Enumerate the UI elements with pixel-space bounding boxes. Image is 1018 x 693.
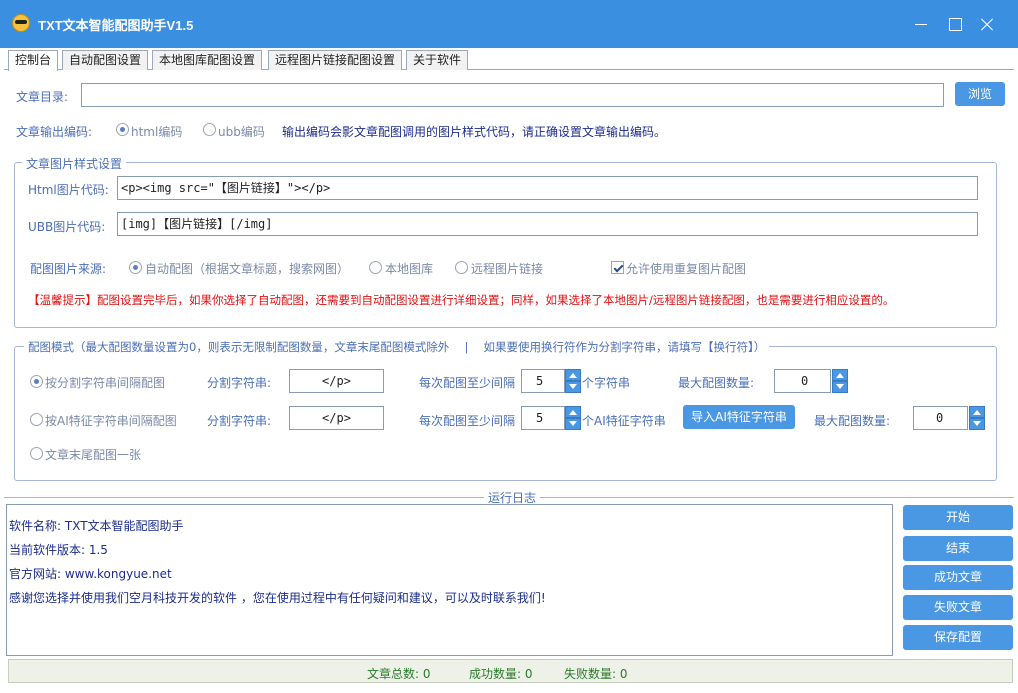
html-encoding-label: html编码 <box>131 125 183 139</box>
warm-tip-text: 【温馨提示】配图设置完毕后，如果你选择了自动配图，还需要到自动配图设置进行详细设… <box>28 293 895 307</box>
start-button[interactable]: 开始 <box>903 505 1013 530</box>
encoding-hint: 输出编码会影文章配图调用的图片样式代码，请正确设置文章输出编码。 <box>282 125 667 139</box>
chevron-down-icon[interactable] <box>969 418 985 430</box>
minimize-icon[interactable] <box>904 8 936 40</box>
browse-button[interactable]: 浏览 <box>955 82 1005 106</box>
max-count-stepper-1[interactable] <box>832 369 848 393</box>
chevron-down-icon[interactable] <box>565 381 581 393</box>
split-string-label-1: 分割字符串: <box>207 376 272 390</box>
tab-console[interactable]: 控制台 <box>8 50 59 71</box>
html-encoding-radio[interactable] <box>116 123 129 136</box>
article-dir-input[interactable] <box>81 83 944 107</box>
chevron-up-icon[interactable] <box>565 406 581 418</box>
app-logo-icon <box>12 14 30 32</box>
total-count-status: 文章总数: 0 <box>367 667 431 681</box>
image-source-label: 配图图片来源: <box>30 262 107 276</box>
source-local-radio[interactable] <box>369 261 382 274</box>
max-count-input-1[interactable]: 0 <box>774 369 831 393</box>
fail-count-status: 失败数量: 0 <box>564 667 628 681</box>
interval-label-2: 每次配图至少间隔 <box>419 414 516 428</box>
mode-end-label: 文章末尾配图一张 <box>45 448 142 462</box>
interval-stepper-1[interactable] <box>565 369 581 393</box>
log-line: 官方网站: www.kongyue.net <box>9 567 172 581</box>
stop-button[interactable]: 结束 <box>903 536 1013 561</box>
interval-input-1[interactable]: 5 <box>521 369 565 393</box>
mode-ai-radio[interactable] <box>30 413 43 426</box>
interval-label-1: 每次配图至少间隔 <box>419 376 516 390</box>
chevron-up-icon[interactable] <box>832 369 848 381</box>
max-count-input-2[interactable]: 0 <box>913 406 968 430</box>
failed-articles-button[interactable]: 失败文章 <box>903 595 1013 620</box>
mode-split-label: 按分割字符串间隔配图 <box>45 376 166 390</box>
close-icon[interactable] <box>970 8 1002 40</box>
chevron-up-icon[interactable] <box>969 406 985 418</box>
max-count-stepper-2[interactable] <box>969 406 985 430</box>
ubb-encoding-radio[interactable] <box>203 123 216 136</box>
interval-unit-1: 个字符串 <box>582 376 631 390</box>
mode-split-radio[interactable] <box>30 375 43 388</box>
article-dir-label: 文章目录: <box>16 90 69 104</box>
max-count-label-1: 最大配图数量: <box>678 376 755 390</box>
allow-repeat-label: 允许使用重复图片配图 <box>626 262 747 276</box>
split-string-input-2[interactable]: </p> <box>289 406 384 430</box>
ubb-code-input[interactable]: [img]【图片链接】[/img] <box>117 212 978 236</box>
mode-ai-label: 按AI特征字符串间隔配图 <box>45 414 177 428</box>
ubb-code-label: UBB图片代码: <box>28 220 106 234</box>
import-ai-strings-button[interactable]: 导入AI特征字符串 <box>683 405 795 429</box>
source-auto-radio[interactable] <box>129 261 142 274</box>
log-line: 当前软件版本: 1.5 <box>9 543 108 557</box>
source-remote-label: 远程图片链接 <box>471 262 544 276</box>
style-settings-title: 文章图片样式设置 <box>22 155 127 172</box>
tab-bar: 控制台 自动配图设置 本地图库配图设置 远程图片链接配图设置 关于软件 <box>4 50 1014 71</box>
log-line: 软件名称: TXT文本智能配图助手 <box>9 519 184 533</box>
tab-remote-settings[interactable]: 远程图片链接配图设置 <box>268 50 403 70</box>
log-line: 感谢您选择并使用我们空月科技开发的软件 ，您在使用过程中有任何疑问和建议，可以及… <box>9 591 546 605</box>
interval-unit-2: 个AI特征字符串 <box>582 414 666 428</box>
mode-settings-title: 配图模式（最大配图数量设置为0，则表示无限制配图数量，文章末尾配图模式除外 | … <box>24 339 770 355</box>
max-count-label-2: 最大配图数量: <box>814 414 891 428</box>
title-bar: TXT文本智能配图助手V1.5 <box>0 0 1018 48</box>
run-log-box[interactable]: 软件名称: TXT文本智能配图助手 当前软件版本: 1.5 官方网站: www.… <box>6 504 893 656</box>
source-auto-label: 自动配图（根据文章标题，搜索网图） <box>145 262 350 276</box>
source-local-label: 本地图库 <box>385 262 434 276</box>
tab-auto-settings[interactable]: 自动配图设置 <box>62 50 149 70</box>
tab-about[interactable]: 关于软件 <box>406 50 469 70</box>
encoding-label: 文章输出编码: <box>16 125 93 139</box>
interval-input-2[interactable]: 5 <box>521 406 565 430</box>
window-title: TXT文本智能配图助手V1.5 <box>38 18 194 33</box>
success-count-status: 成功数量: 0 <box>469 667 533 681</box>
maximize-icon[interactable] <box>938 8 970 40</box>
interval-stepper-2[interactable] <box>565 406 581 430</box>
split-string-label-2: 分割字符串: <box>207 414 272 428</box>
html-code-input[interactable]: <p><img src="【图片链接】"></p> <box>117 176 978 200</box>
mode-end-radio[interactable] <box>30 447 43 460</box>
html-code-label: Html图片代码: <box>28 183 109 197</box>
chevron-up-icon[interactable] <box>565 369 581 381</box>
success-articles-button[interactable]: 成功文章 <box>903 565 1013 590</box>
chevron-down-icon[interactable] <box>832 381 848 393</box>
split-string-input-1[interactable]: </p> <box>289 369 384 393</box>
chevron-down-icon[interactable] <box>565 418 581 430</box>
save-config-button[interactable]: 保存配置 <box>903 625 1013 650</box>
source-remote-radio[interactable] <box>455 261 468 274</box>
allow-repeat-checkbox[interactable] <box>611 261 624 274</box>
status-bar: 文章总数: 0 成功数量: 0 失败数量: 0 <box>8 659 1013 683</box>
ubb-encoding-label: ubb编码 <box>218 125 265 139</box>
tab-local-settings[interactable]: 本地图库配图设置 <box>152 50 263 70</box>
